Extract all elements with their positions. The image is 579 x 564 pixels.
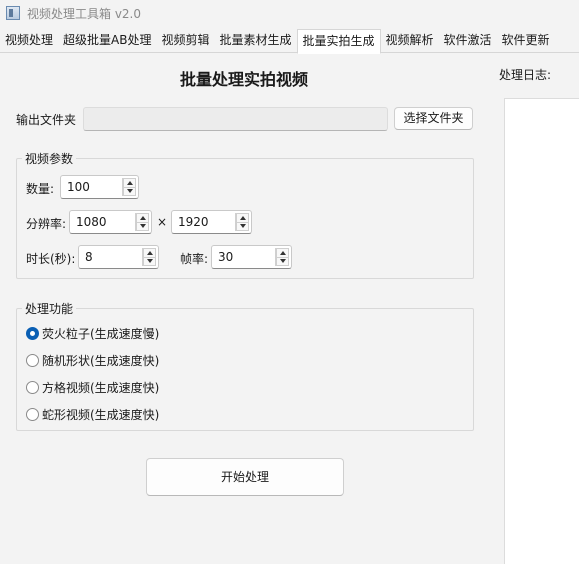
resolution-label: 分辨率: [26,217,67,231]
main-panel: 批量处理实拍视频 输出文件夹 选择文件夹 视频参数 数量: 100 分辨率: 1… [0,54,503,564]
spin-down-icon[interactable] [143,257,156,266]
count-label: 数量: [26,182,55,196]
tab-batch-material[interactable]: 批量素材生成 [214,29,296,53]
tab-video-edit[interactable]: 视频剪辑 [156,29,214,53]
option-grid-video[interactable]: 方格视频(生成速度快) [26,378,159,396]
functions-title: 处理功能 [22,302,77,316]
fps-input[interactable]: 30 [211,245,292,269]
log-title: 处理日志: [499,68,552,82]
select-folder-button[interactable]: 选择文件夹 [394,107,473,130]
tab-update[interactable]: 软件更新 [497,29,555,53]
option-snake-video[interactable]: 蛇形视频(生成速度快) [26,405,159,423]
times-sign: × [157,215,168,229]
spin-down-icon[interactable] [276,257,289,266]
spin-up-icon[interactable] [136,213,149,223]
spin-up-icon[interactable] [276,248,289,258]
option-label: 蛇形视频(生成速度快) [42,407,160,422]
spin-down-icon[interactable] [123,187,136,196]
radio-icon[interactable] [26,407,39,421]
tab-activation[interactable]: 软件激活 [439,29,497,53]
spin-down-icon[interactable] [136,222,149,231]
start-process-button[interactable]: 开始处理 [146,458,344,496]
radio-checked-icon[interactable] [26,326,39,340]
option-label: 方格视频(生成速度快) [42,380,160,395]
page-title: 批量处理实拍视频 [179,70,308,89]
title-bar: 视频处理工具箱 v2.0 [0,0,579,26]
output-folder-field[interactable] [83,107,388,131]
duration-spinner[interactable] [142,248,156,266]
height-spinner[interactable] [235,213,249,231]
width-value: 1080 [76,215,107,229]
fps-label: 帧率: [180,252,209,266]
width-input[interactable]: 1080 [69,210,152,234]
fps-spinner[interactable] [275,248,289,266]
spin-up-icon[interactable] [143,248,156,258]
spin-down-icon[interactable] [236,222,249,231]
duration-label: 时长(秒): [26,252,76,266]
log-textarea[interactable] [504,98,579,564]
radio-icon[interactable] [26,380,39,394]
spin-up-icon[interactable] [123,178,136,188]
option-label: 随机形状(生成速度快) [42,353,160,368]
spin-up-icon[interactable] [236,213,249,223]
duration-value: 8 [85,250,93,264]
video-params-title: 视频参数 [22,152,77,166]
output-folder-label: 输出文件夹 [16,113,77,127]
fps-value: 30 [218,250,234,264]
window-title: 视频处理工具箱 v2.0 [27,6,142,21]
app-icon [6,6,20,20]
tab-super-batch-ab[interactable]: 超级批量AB处理 [58,29,156,53]
option-random-shapes[interactable]: 随机形状(生成速度快) [26,351,159,369]
count-spinner[interactable] [122,178,136,196]
count-input[interactable]: 100 [60,175,139,199]
option-firefly-particles[interactable]: 荧火粒子(生成速度慢) [26,324,159,342]
duration-input[interactable]: 8 [78,245,159,269]
height-input[interactable]: 1920 [171,210,252,234]
width-spinner[interactable] [135,213,149,231]
tab-video-parse[interactable]: 视频解析 [381,29,439,53]
tab-video-process[interactable]: 视频处理 [0,29,58,53]
height-value: 1920 [178,215,209,229]
option-label: 荧火粒子(生成速度慢) [42,326,160,341]
count-value: 100 [67,180,90,194]
tab-bar: 视频处理 超级批量AB处理 视频剪辑 批量素材生成 批量实拍生成 视频解析 软件… [0,29,579,54]
radio-icon[interactable] [26,353,39,367]
log-panel: 处理日志: [499,54,579,564]
tab-batch-live-shot[interactable]: 批量实拍生成 [296,29,381,54]
